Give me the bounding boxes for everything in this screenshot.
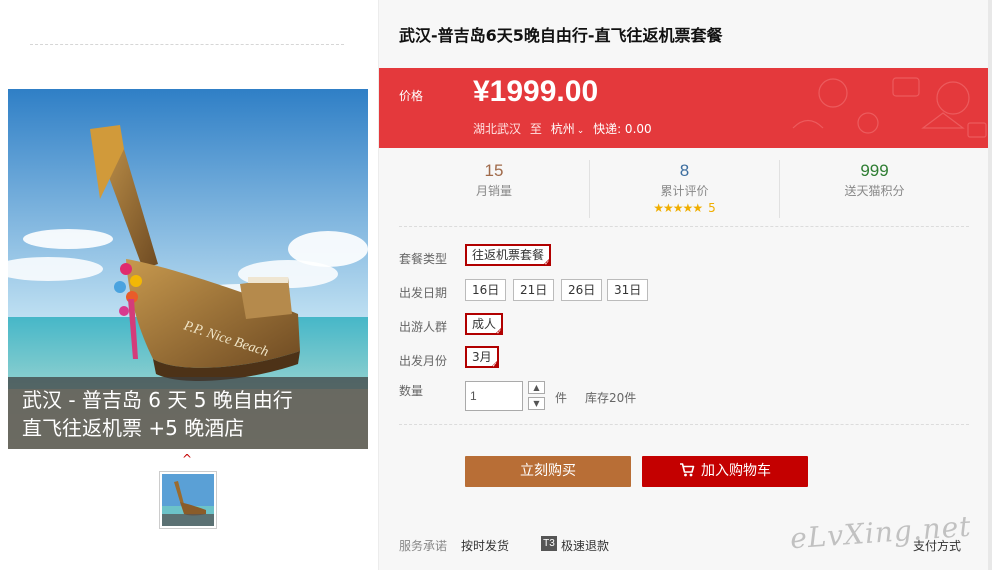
add-to-cart-button[interactable]: 加入购物车 (642, 456, 808, 487)
shopping-cart-icon (680, 463, 695, 477)
t3-badge-icon: T3 (541, 536, 557, 551)
caret-up-icon: ▲ (533, 383, 540, 392)
stat-reviews[interactable]: 8 累计评价 ★★★★★ 5 (589, 160, 779, 218)
travelers-label: 出游人群 (399, 320, 448, 334)
add-to-cart-label: 加入购物车 (701, 463, 771, 479)
departure-date-label: 出发日期 (399, 286, 448, 300)
quantity-input[interactable] (465, 381, 523, 411)
service-label: 服务承诺 (399, 539, 448, 553)
main-product-image[interactable]: P.P. Nice Beach 武汉 - 普吉岛 6 天 5 晚自由行 直飞往返… (8, 89, 368, 449)
departure-date-option-26[interactable]: 26日 (561, 279, 603, 301)
monthly-sales-value: 15 (484, 161, 504, 180)
ship-origin: 湖北武汉 (473, 122, 522, 136)
monthly-sales-label: 月销量 (475, 184, 512, 198)
stat-monthly-sales: 15 月销量 (399, 160, 589, 218)
caret-down-icon: ▼ (533, 399, 540, 408)
price-value: ¥1999.00 (473, 75, 599, 108)
departure-date-option-21[interactable]: 21日 (513, 279, 555, 301)
departure-month-label: 出发月份 (399, 354, 448, 368)
buy-now-button[interactable]: 立刻购买 (465, 456, 631, 487)
departure-date-option-31[interactable]: 31日 (607, 279, 649, 301)
star-icons: ★★★★★ (653, 201, 703, 215)
price-box-pattern (792, 77, 987, 138)
ship-destination-select[interactable]: 杭州 ⌄ (551, 120, 585, 137)
chevron-down-icon: ⌄ (576, 126, 585, 136)
image-caption: 武汉 - 普吉岛 6 天 5 晚自由行 直飞往返机票 +5 晚酒店 (8, 377, 368, 449)
service-ontime[interactable]: 按时发货 (461, 537, 509, 554)
product-detail-panel: 武汉-普吉岛6天5晚自由行-直飞往返机票套餐 价格 ¥1999.00 湖北武汉 … (378, 0, 992, 570)
quantity-label: 数量 (399, 384, 424, 398)
package-type-option-1[interactable]: 往返机票套餐 (465, 244, 552, 267)
gallery-divider (30, 44, 344, 45)
quantity-increase-button[interactable]: ▲ (528, 381, 545, 394)
image-caption-line2: 直飞往返机票 +5 晚酒店 (22, 416, 245, 440)
stat-points: 999 送天猫积分 (779, 160, 969, 218)
service-promises: 服务承诺 按时发货 T3 极速退款 支付方式 (399, 536, 961, 554)
reviews-value: 8 (679, 161, 690, 180)
shipping-fee: 快递: 0.00 (593, 122, 652, 136)
stock-count: 库存20件 (585, 391, 637, 405)
caret-up-icon: ^ (182, 452, 193, 466)
price-label: 价格 (399, 89, 424, 103)
package-type-label: 套餐类型 (399, 252, 448, 266)
shipping-row: 湖北武汉 至 杭州 ⌄ 快递: 0.00 (473, 120, 657, 137)
quantity-decrease-button[interactable]: ▼ (528, 397, 545, 410)
action-divider (399, 424, 969, 425)
product-title: 武汉-普吉岛6天5晚自由行-直飞往返机票套餐 (399, 26, 723, 45)
departure-month-option-3[interactable]: 3月 (465, 346, 499, 369)
rating-score: 5 (708, 201, 716, 215)
scrollbar-edge (988, 0, 992, 570)
image-caption-line1: 武汉 - 普吉岛 6 天 5 晚自由行 (22, 388, 293, 412)
quantity-unit: 件 (555, 391, 568, 405)
travelers-option-adult[interactable]: 成人 (465, 313, 504, 336)
service-fast-refund[interactable]: 极速退款 (561, 537, 609, 554)
departure-date-option-16[interactable]: 16日 (465, 279, 507, 301)
rating-stars: ★★★★★ 5 (590, 200, 779, 216)
thumbnail-image (162, 474, 214, 526)
points-label: 送天猫积分 (844, 184, 905, 198)
thumbnail-1[interactable] (159, 471, 217, 529)
ship-to-word: 至 (529, 122, 542, 136)
reviews-label: 累计评价 (660, 184, 709, 198)
stats-divider (399, 226, 969, 227)
buy-now-label: 立刻购买 (520, 463, 576, 479)
stats-bar: 15 月销量 8 累计评价 ★★★★★ 5 999 送天猫积分 (399, 160, 969, 218)
points-value: 999 (860, 161, 889, 180)
price-box: 价格 ¥1999.00 湖北武汉 至 杭州 ⌄ 快递: 0.00 (379, 68, 992, 148)
ship-destination-label: 杭州 (550, 122, 575, 136)
